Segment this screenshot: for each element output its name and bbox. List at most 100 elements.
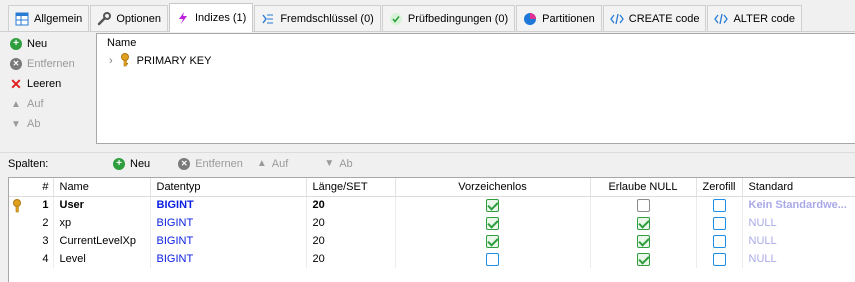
index-remove-button[interactable]: ✕ Entfernen xyxy=(8,54,94,74)
index-up-label: Auf xyxy=(27,98,44,110)
table-row[interactable]: 1 User BIGINT 20 Kein Standardwe... xyxy=(9,196,855,214)
column-up-button[interactable]: ▲ Auf xyxy=(257,158,288,170)
index-tree-row[interactable]: › PRIMARY KEY xyxy=(97,52,855,70)
column-down-label: Ab xyxy=(339,157,353,170)
index-new-label: Neu xyxy=(27,38,48,50)
index-tree-header: Name xyxy=(107,37,137,49)
unsigned-checkbox[interactable] xyxy=(486,234,499,248)
default-cell[interactable]: NULL xyxy=(742,250,855,268)
tab-label: Optionen xyxy=(116,12,161,25)
column-remove-button[interactable]: ✕ Entfernen xyxy=(178,157,243,170)
column-new-label: Neu xyxy=(130,157,151,170)
index-down-button[interactable]: ▼ Ab xyxy=(8,114,94,134)
column-down-button[interactable]: ▼ Ab xyxy=(324,158,352,170)
table-editor: Allgemein Optionen Indizes (1) Fremdschl… xyxy=(0,0,855,282)
length-cell[interactable]: 20 xyxy=(306,250,396,268)
default-value: NULL xyxy=(748,235,777,247)
tab-partitionen[interactable]: Partitionen xyxy=(516,5,602,31)
allow-null-cell xyxy=(590,196,697,214)
allow-null-cell xyxy=(590,214,697,232)
arrow-down-icon: ▼ xyxy=(11,118,21,130)
index-new-button[interactable]: + Neu xyxy=(8,34,94,54)
code-icon xyxy=(609,12,624,26)
length-cell[interactable]: 20 xyxy=(306,214,396,232)
index-clear-button[interactable]: ✕ Leeren xyxy=(8,74,94,94)
tab-fremdschluessel[interactable]: Fremdschlüssel (0) xyxy=(254,5,381,31)
tab-label: ALTER code xyxy=(733,12,796,25)
default-cell[interactable]: Kein Standardwe... xyxy=(742,196,855,214)
datatype-cell[interactable]: BIGINT xyxy=(150,196,307,214)
tab-create-code[interactable]: CREATE code xyxy=(602,5,707,31)
zerofill-checkbox[interactable] xyxy=(712,216,726,230)
unsigned-checkbox[interactable] xyxy=(486,252,499,266)
table-row[interactable]: 4 Level BIGINT 20 NULL xyxy=(9,250,855,268)
columns-toolbar: Spalten: + Neu ✕ Entfernen ▲ Auf ▼ Ab xyxy=(0,152,855,174)
zerofill-checkbox[interactable] xyxy=(712,234,726,248)
table-icon xyxy=(15,12,29,26)
length-cell[interactable]: 20 xyxy=(306,196,396,214)
col-header-unsigned[interactable]: Vorzeichenlos xyxy=(395,178,591,197)
column-name-cell[interactable]: User xyxy=(53,196,151,214)
column-up-label: Auf xyxy=(271,157,289,170)
tab-alter-code[interactable]: ALTER code xyxy=(707,5,803,31)
row-number: 2 xyxy=(42,217,49,229)
column-name-cell[interactable]: xp xyxy=(53,214,151,232)
datatype-cell[interactable]: BIGINT xyxy=(150,250,307,268)
datatype-cell[interactable]: BIGINT xyxy=(150,232,307,250)
unsigned-cell xyxy=(395,232,591,250)
default-cell[interactable]: NULL xyxy=(742,214,855,232)
col-header-num[interactable]: # xyxy=(9,178,54,197)
col-header-zerofill[interactable]: Zerofill xyxy=(696,178,743,197)
col-header-allow-null[interactable]: Erlaube NULL xyxy=(590,178,697,197)
columns-body: 1 User BIGINT 20 Kein Standardwe... 2 xp BIGINT… xyxy=(9,196,855,268)
index-remove-label: Entfernen xyxy=(27,58,75,70)
arrow-up-icon: ▲ xyxy=(11,98,21,110)
red-x-icon: ✕ xyxy=(10,75,22,92)
row-number-cell: 2 xyxy=(9,214,54,232)
col-header-datatype[interactable]: Datentyp xyxy=(150,178,307,197)
unsigned-checkbox[interactable] xyxy=(486,198,499,212)
code-icon xyxy=(714,12,729,26)
tab-pruefbedingungen[interactable]: Prüfbedingungen (0) xyxy=(381,5,516,31)
col-header-default[interactable]: Standard xyxy=(742,178,855,197)
tab-label: Prüfbedingungen (0) xyxy=(407,12,509,25)
index-up-button[interactable]: ▲ Auf xyxy=(8,94,94,114)
allow-null-checkbox[interactable] xyxy=(636,198,650,212)
column-name-cell[interactable]: Level xyxy=(53,250,151,268)
datatype-value: BIGINT xyxy=(156,199,194,212)
key-icon xyxy=(11,198,23,215)
index-name: PRIMARY KEY xyxy=(136,55,212,67)
zerofill-cell xyxy=(696,232,743,250)
row-number: 3 xyxy=(42,235,49,247)
datatype-cell[interactable]: BIGINT xyxy=(150,214,307,232)
table-row[interactable]: 2 xp BIGINT 20 NULL xyxy=(9,214,855,232)
zerofill-checkbox[interactable] xyxy=(712,198,726,212)
index-toolbar: + Neu ✕ Entfernen ✕ Leeren ▲ Auf ▼ Ab xyxy=(8,34,94,134)
row-number: 1 xyxy=(42,199,49,212)
allow-null-checkbox[interactable] xyxy=(636,234,650,248)
table-row[interactable]: 3 CurrentLevelXp BIGINT 20 NULL xyxy=(9,232,855,250)
datatype-value: BIGINT xyxy=(156,235,194,247)
unsigned-cell xyxy=(395,196,591,214)
tab-indizes[interactable]: Indizes (1) xyxy=(168,3,254,32)
length-cell[interactable]: 20 xyxy=(306,232,396,250)
zerofill-cell xyxy=(696,214,743,232)
col-header-name[interactable]: Name xyxy=(53,178,151,197)
unsigned-cell xyxy=(395,250,591,268)
column-new-button[interactable]: + Neu xyxy=(113,157,151,170)
zerofill-checkbox[interactable] xyxy=(712,252,726,266)
allow-null-checkbox[interactable] xyxy=(636,252,650,266)
tab-allgemein[interactable]: Allgemein xyxy=(8,5,90,31)
tab-optionen[interactable]: Optionen xyxy=(90,5,168,31)
allow-null-checkbox[interactable] xyxy=(636,216,650,230)
column-name-cell[interactable]: CurrentLevelXp xyxy=(53,232,151,250)
index-tree[interactable]: Name › PRIMARY KEY xyxy=(96,33,855,144)
default-cell[interactable]: NULL xyxy=(742,232,855,250)
row-number-cell: 4 xyxy=(9,250,54,268)
column-remove-label: Entfernen xyxy=(195,157,243,170)
col-header-length[interactable]: Länge/SET xyxy=(306,178,396,197)
chevron-right-icon[interactable]: › xyxy=(109,55,113,67)
columns-grid[interactable]: # Name Datentyp Länge/SET Vorzeichenlos … xyxy=(8,177,855,282)
tab-strip: Allgemein Optionen Indizes (1) Fremdschl… xyxy=(0,0,855,32)
unsigned-checkbox[interactable] xyxy=(486,216,499,230)
